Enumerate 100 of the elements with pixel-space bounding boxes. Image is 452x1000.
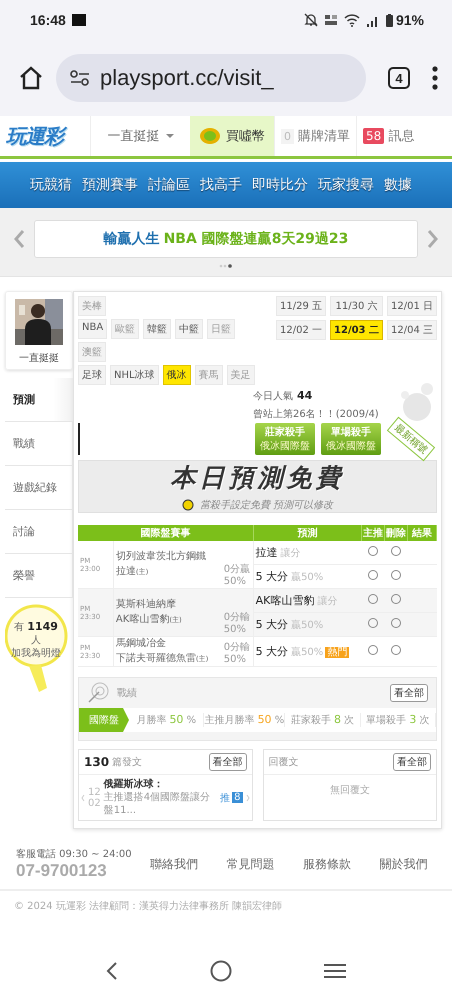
column-header: 國際盤賽事 (78, 525, 254, 541)
recommend-count: 推 8 (220, 791, 242, 804)
radio-button[interactable] (368, 570, 378, 580)
stat-item: 單場殺手 3 次 (360, 713, 436, 727)
post-title: 俄羅斯冰球： (104, 778, 165, 791)
phone-number: 07-9700123 (16, 861, 108, 881)
menu-icon[interactable] (324, 963, 346, 979)
battery-level: 91% (396, 12, 424, 28)
coin-icon (199, 127, 221, 145)
date-tab[interactable]: 11/29 五 (276, 296, 326, 316)
copyright-text: © 2024 玩運彩 法律顧問：漢英得力法律事務所 陳韻宏律師 (13, 900, 284, 914)
stat-item: 莊家殺手 8 次 (285, 713, 361, 727)
nav-link[interactable]: 玩競猜 (30, 176, 72, 194)
radio-button[interactable] (390, 618, 401, 628)
rank-note: 曾站上第26名！！(2009/4) (253, 408, 379, 421)
chevron-right-icon[interactable] (428, 230, 438, 248)
view-all-button[interactable]: 看全部 (393, 753, 431, 771)
headline-banner[interactable]: 輸贏人生 NBA 國際盤連贏8天29過23 (34, 220, 418, 258)
nav-link[interactable]: 預測賽事 (82, 176, 138, 194)
menu-icon[interactable] (432, 66, 438, 90)
sport-tab[interactable]: 俄冰 (162, 365, 191, 385)
killer-badge: 單場殺手 俄冰國際盤 (321, 423, 381, 455)
side-menu-item[interactable]: 榮譽 (5, 554, 73, 598)
sport-tab[interactable]: NBA (78, 319, 108, 339)
nav-link[interactable]: 討論區 (148, 176, 190, 194)
radio-button[interactable] (390, 546, 401, 556)
target-icon (87, 682, 109, 704)
prediction-pick: 拉達 讓分 (253, 541, 362, 564)
home-icon[interactable] (210, 960, 232, 982)
section-title: 回覆文 (268, 756, 298, 769)
buy-coins-button[interactable]: 買噓幣 (190, 116, 274, 156)
date-tab[interactable]: 12/03 二 (330, 320, 383, 340)
radio-button[interactable] (368, 546, 378, 556)
footer-link[interactable]: 關於我們 (369, 856, 438, 872)
hotline-label: 客服電話 09:30 ~ 24:00 (16, 848, 132, 861)
back-icon[interactable] (106, 961, 118, 981)
radio-button[interactable] (368, 618, 378, 628)
view-all-button[interactable]: 看全部 (390, 684, 428, 702)
site-settings-icon[interactable] (70, 70, 90, 86)
section-title: 篇發文 (112, 756, 142, 769)
battery-icon (386, 14, 393, 26)
view-all-button[interactable]: 看全部 (208, 753, 246, 771)
handicap-line: 0分輸 50% (222, 636, 254, 666)
section-title: 戰績 (117, 686, 137, 700)
killer-badge: 莊家殺手 俄冰國際盤 (255, 423, 315, 455)
prediction-pick: 5 大分 贏50% (253, 612, 362, 636)
post-excerpt: 主推還搭4個國際盤讓分盤11... (104, 791, 212, 817)
post-count: 130 (84, 755, 110, 769)
tab-count-button[interactable]: 4 (388, 67, 410, 89)
column-header: 結果 (407, 525, 436, 541)
sport-tab[interactable]: 韓籃 (143, 319, 172, 339)
sport-tab[interactable]: NHL冰球 (110, 365, 159, 385)
side-menu-item[interactable]: 預測 (5, 378, 73, 422)
banner-author: 輸贏人生 (104, 230, 160, 248)
address-bar[interactable]: playsport.cc/visit_ (56, 54, 366, 102)
chevron-left-icon[interactable] (14, 230, 24, 248)
nav-link[interactable]: 玩家搜尋 (318, 176, 374, 194)
column-header: 刪除 (384, 525, 408, 541)
prediction-pick: AK喀山雪豹 讓分 (253, 588, 362, 612)
wifi-icon (344, 14, 360, 26)
url-text: playsport.cc/visit_ (100, 65, 274, 91)
message-count: 58 (363, 128, 384, 144)
side-menu-item[interactable]: 討論 (5, 510, 73, 554)
nav-link[interactable]: 即時比分 (252, 176, 308, 194)
popularity-count: 今日人氣 44 (253, 389, 312, 403)
nav-link[interactable]: 找高手 (200, 176, 242, 194)
site-logo[interactable]: 玩運彩 (0, 116, 90, 156)
radio-button[interactable] (390, 570, 401, 580)
empty-message: 無回覆文 (328, 784, 371, 798)
side-menu-item[interactable]: 戰績 (5, 422, 73, 466)
footer-link[interactable]: 常見問題 (216, 856, 285, 872)
banner-headline: NBA 國際盤連贏8天29過23 (164, 230, 348, 248)
clock-time: 16:48 (30, 12, 66, 28)
date-tab[interactable]: 12/04 三 (387, 320, 437, 340)
sport-tab[interactable]: 足球 (78, 365, 106, 385)
footer-link[interactable]: 服務條款 (292, 856, 362, 872)
date-tab[interactable]: 12/02 一 (276, 320, 326, 340)
radio-button[interactable] (368, 594, 378, 604)
sport-tab: 日籃 (207, 319, 236, 339)
side-menu-item[interactable]: 遊戲紀錄 (5, 466, 73, 510)
date-tab[interactable]: 12/01 日 (387, 296, 437, 316)
notice-title: 本日預測免費 (170, 463, 344, 494)
footer-link[interactable]: 聯絡我們 (140, 856, 208, 872)
notification-icon (72, 14, 86, 26)
date-tab[interactable]: 11/30 六 (330, 296, 383, 316)
home-icon[interactable] (18, 65, 44, 91)
radio-button[interactable] (390, 594, 401, 604)
nav-link[interactable]: 數據 (384, 176, 412, 194)
post-date: 12 02 (88, 786, 101, 808)
sport-tab: 賽馬 (194, 365, 223, 385)
cart-count: 0 (281, 128, 294, 144)
radio-button[interactable] (390, 645, 401, 655)
coin-icon (182, 499, 196, 511)
notice-subtitle: 當殺手設定免費 預測可以修改 (200, 498, 334, 512)
sport-tab: 澳籃 (78, 342, 106, 362)
prediction-pick: 5 大分 贏50% 熱門 (253, 636, 362, 666)
sport-tab[interactable]: 中籃 (175, 319, 204, 339)
lightbulb-icon (5, 604, 69, 694)
sport-tab: 美足 (226, 365, 255, 385)
radio-button[interactable] (368, 645, 378, 655)
